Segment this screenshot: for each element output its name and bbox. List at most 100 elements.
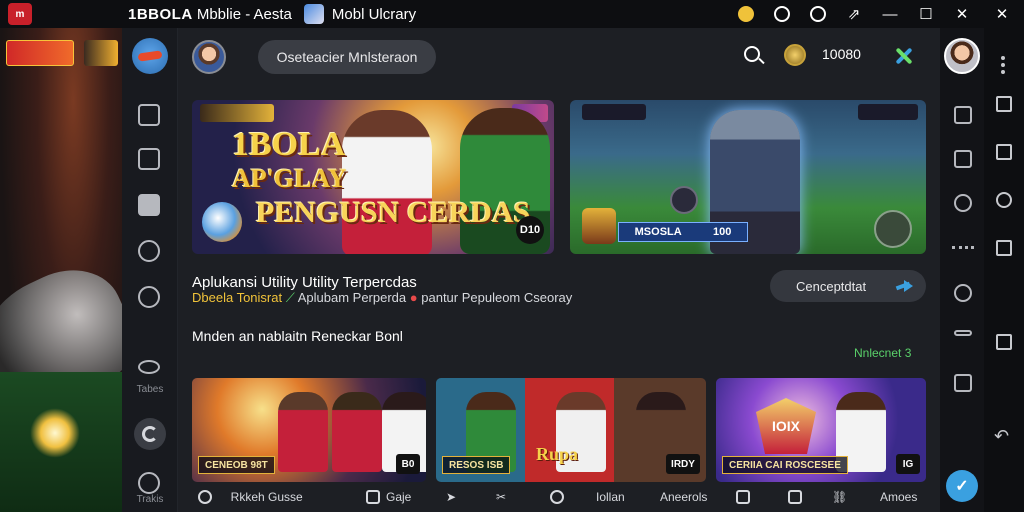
window-close-icon[interactable]: ✕: [980, 0, 1024, 28]
outer-sidebar: ↶: [984, 28, 1024, 512]
promo-chip[interactable]: [6, 40, 74, 66]
tab-crop[interactable]: [736, 490, 750, 504]
tab-tools[interactable]: ✂: [496, 490, 506, 504]
bar-icon[interactable]: [954, 330, 972, 336]
chart-icon[interactable]: [138, 104, 160, 126]
tools-icon: ✂: [496, 490, 507, 504]
banner-line-3: PENGUSN CERDAS: [256, 196, 531, 229]
coin-icon: [784, 44, 806, 66]
tab-send[interactable]: ➤: [446, 490, 456, 504]
window-icon[interactable]: [996, 96, 1012, 112]
building-icon[interactable]: [954, 106, 972, 124]
tab-label: Aneerols: [660, 490, 708, 504]
kebab-menu-icon[interactable]: [1001, 56, 1005, 74]
compass-icon[interactable]: [954, 194, 972, 212]
user-icon[interactable]: [138, 286, 160, 308]
tab-label: Iollan: [596, 490, 625, 504]
crop-icon: [736, 490, 750, 504]
tab-aneerols[interactable]: Aneerols: [660, 490, 707, 504]
trakis-icon[interactable]: [138, 472, 160, 494]
banner-line-1: 1BOLA: [232, 126, 346, 163]
tab-iollan[interactable]: Iollan: [596, 490, 625, 504]
ball-glow: [30, 408, 80, 458]
card-tag: IG: [896, 454, 920, 474]
notification-icon[interactable]: [764, 0, 800, 28]
spinner-icon[interactable]: [134, 418, 166, 450]
tab-edit[interactable]: [788, 490, 802, 504]
tab-link[interactable]: ⛓: [832, 490, 847, 504]
window-title: 1BBOLA Mbblie - Aesta: [128, 6, 292, 23]
list-icon[interactable]: [138, 194, 160, 216]
edit-icon: [788, 490, 802, 504]
record-icon[interactable]: [996, 192, 1012, 208]
nav-label-trakis[interactable]: Trakis: [122, 494, 178, 505]
game-card-1[interactable]: CENEOB 98T B0: [192, 378, 426, 482]
calendar-icon[interactable]: [138, 148, 160, 170]
tab-rkkeh[interactable]: Rkkeh Gusse: [198, 490, 303, 504]
card-label: CENEOB 98T: [198, 456, 275, 474]
image-icon[interactable]: [996, 144, 1012, 160]
hero-banner-1[interactable]: 1BOLA AP'GLAY PENGUSN CERDAS D10: [192, 100, 554, 254]
tab-amoes[interactable]: Amoes: [880, 490, 917, 504]
subline-suffix: pantur Pepuleom Cseoray: [421, 290, 573, 305]
more-dots-icon[interactable]: [952, 246, 974, 250]
cta-button[interactable]: Cenceptdtat: [770, 270, 926, 302]
sparkle-icon[interactable]: [894, 46, 914, 66]
app-description: Mnden an nablaitn Reneckar Bonl: [192, 328, 403, 344]
background-game-art: [0, 28, 122, 512]
more-link[interactable]: Nnlecnet 3: [854, 346, 911, 360]
shield-icon[interactable]: [800, 0, 836, 28]
title-bar: m 1BBOLA Mbblie - Aesta Mobl Ulcrary ⇗ —…: [0, 0, 1024, 28]
home-logo-icon[interactable]: [132, 38, 168, 74]
leaf-icon: ⟋: [285, 290, 295, 305]
minimize-button[interactable]: —: [872, 0, 908, 28]
tab-title[interactable]: Mobl Ulcrary: [332, 6, 416, 23]
coin-status-icon[interactable]: [728, 0, 764, 28]
banner-line-2: AP'GLAY: [232, 164, 347, 193]
back-arrow-icon[interactable]: ↶: [994, 426, 1009, 447]
card-label: RESOS ISB: [442, 456, 511, 474]
refresh-icon[interactable]: [138, 240, 160, 262]
card-logo: IOIX: [756, 398, 816, 454]
check-badge-icon[interactable]: ✓: [946, 470, 978, 502]
tab-label: Amoes: [880, 490, 918, 504]
search-input[interactable]: Oseteacier Mnlsteraon: [258, 40, 436, 74]
hero-banner-2[interactable]: MSOSLA 100: [570, 100, 926, 254]
left-nav: Tabes Trakis: [122, 28, 178, 512]
gear-icon[interactable]: [954, 284, 972, 302]
subline-prefix: Dbeela Tonisrat: [192, 290, 283, 305]
tower-icon[interactable]: [954, 150, 972, 168]
screenshot-icon[interactable]: [996, 334, 1012, 350]
card-tag: B0: [396, 454, 420, 474]
gamepad-icon[interactable]: [954, 374, 972, 392]
tab-gaje[interactable]: Gaje: [366, 490, 411, 504]
banner-chip-right: [858, 104, 918, 120]
avatar[interactable]: [192, 40, 226, 74]
game-card-2[interactable]: Rupa RESOS ISB IRDY: [436, 378, 706, 482]
ball-icon: [670, 186, 698, 214]
main-panel: Oseteacier Mnlsteraon 10080 1BOLA AP'GLA…: [178, 28, 940, 512]
square-icon[interactable]: [996, 240, 1012, 256]
maximize-button[interactable]: ☐: [908, 0, 944, 28]
banner-chip: [200, 104, 274, 122]
link-icon: ⛓: [832, 490, 848, 504]
share-icon[interactable]: ⇗: [836, 0, 872, 28]
card-tag: IRDY: [666, 454, 700, 474]
hero-namebar: MSOSLA 100: [618, 222, 748, 242]
frame-icon: [366, 490, 380, 504]
tabes-icon[interactable]: [138, 360, 160, 374]
record-icon: ●: [409, 290, 418, 305]
game-card-3[interactable]: IOIX CERIIA CAI ROSCESEE IG: [716, 378, 926, 482]
nav-label-tabes[interactable]: Tabes: [122, 384, 178, 395]
close-button[interactable]: ✕: [944, 0, 980, 28]
tab-shield[interactable]: [550, 490, 564, 504]
ball-icon: [202, 202, 242, 242]
right-rail: ✓: [940, 28, 984, 512]
search-icon[interactable]: [744, 46, 760, 62]
app-logo-icon[interactable]: m: [8, 3, 32, 25]
promo-chip-small[interactable]: [84, 40, 118, 66]
arrow-icon: [896, 278, 914, 294]
tab-label: Rkkeh Gusse: [230, 490, 303, 504]
profile-avatar[interactable]: [944, 38, 980, 74]
chat-icon: [198, 490, 212, 504]
